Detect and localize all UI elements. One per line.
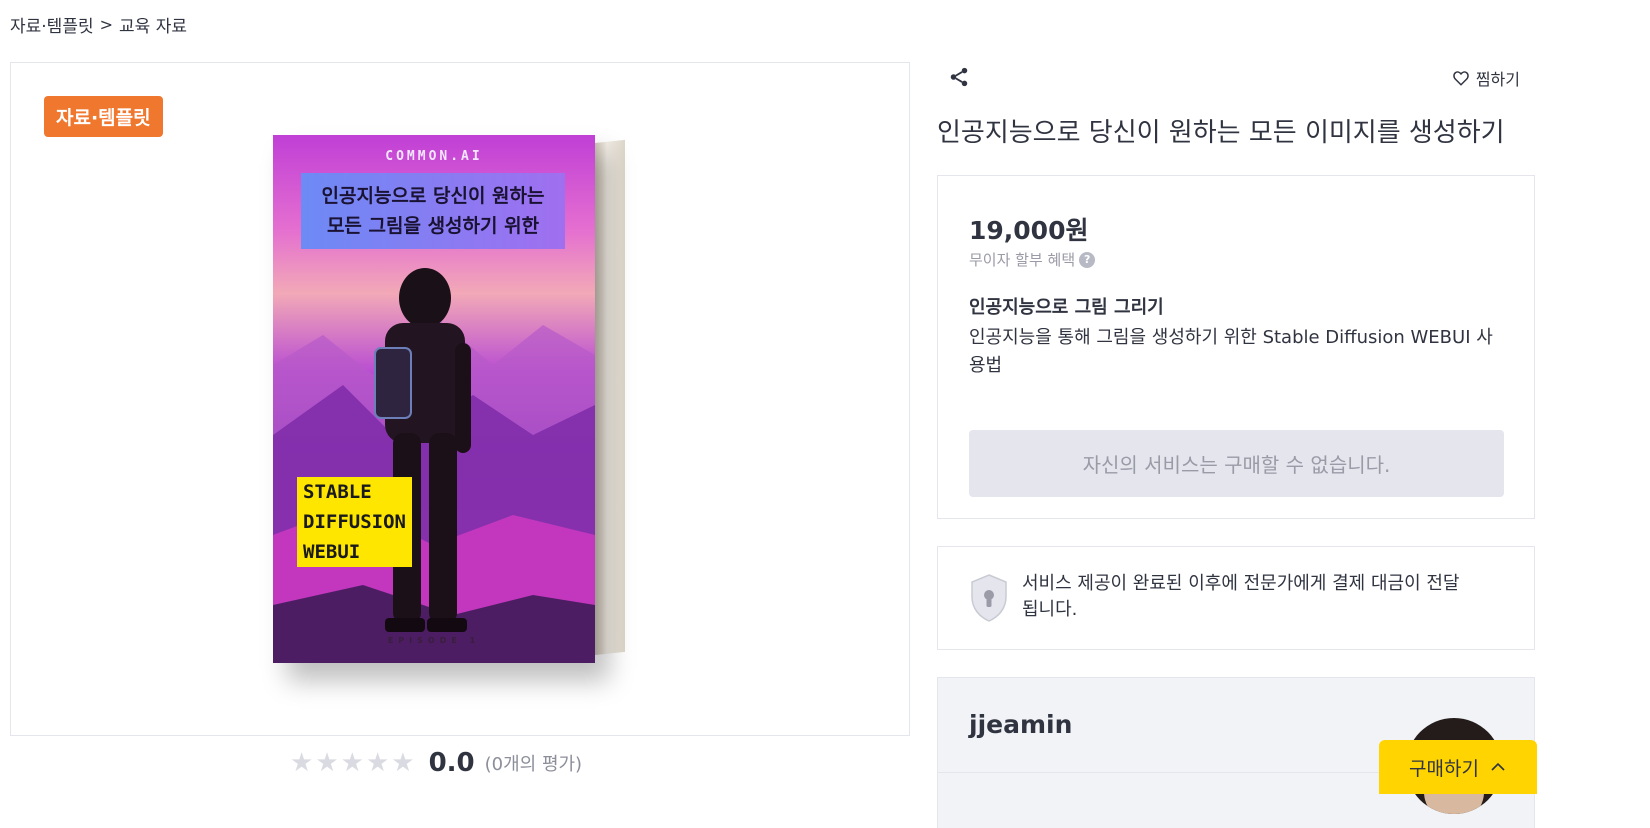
- installment-benefit: 무이자 할부 혜택 ?: [969, 249, 1096, 270]
- cover-label-line3: WEBUI: [297, 537, 367, 567]
- breadcrumb-category[interactable]: 자료·템플릿: [10, 12, 94, 37]
- astronaut-illustration: [374, 268, 471, 632]
- chevron-up-icon: [1491, 762, 1505, 771]
- buy-sticky-label: 구매하기: [1409, 757, 1479, 780]
- cover-brand: COMMON.AI: [385, 149, 483, 164]
- heart-icon: [1453, 71, 1469, 86]
- guarantee-text: 서비스 제공이 완료된 이후에 전문가에게 결제 대금이 전달됩니다.: [1022, 573, 1460, 620]
- star-icon: ★: [340, 748, 364, 778]
- breadcrumb-separator: >: [99, 15, 114, 34]
- question-icon[interactable]: ?: [1079, 251, 1096, 268]
- breadcrumb-subcategory[interactable]: 교육 자료: [119, 12, 187, 37]
- star-icon: ★: [365, 748, 390, 778]
- rating-stars: ★ ★ ★ ★ ★: [290, 750, 415, 776]
- cover-episode: EPISODE 1: [387, 636, 481, 645]
- breadcrumb: 자료·템플릿 > 교육 자료: [10, 12, 187, 37]
- cover-title: 인공지능으로 당신이 원하는 모든 그림을 생성하기 위한: [301, 173, 565, 249]
- wish-button[interactable]: 찜하기: [1452, 66, 1520, 90]
- rating-summary: ★ ★ ★ ★ ★ 0.0 (0개의 평가): [290, 748, 582, 778]
- cover-label-line2: DIFFUSION: [297, 507, 412, 537]
- price-card: 19,000원 무이자 할부 혜택 ? 인공지능으로 그림 그리기 인공지능을 …: [937, 175, 1535, 519]
- shield-icon: [971, 574, 1007, 622]
- book-cover-image: COMMON.AI 인공지능으로 당신이 원하는 모든 그림을 생성하기 위한 …: [273, 135, 625, 663]
- star-icon: ★: [315, 748, 339, 778]
- wish-label: 찜하기: [1475, 70, 1520, 89]
- star-icon: ★: [391, 748, 415, 778]
- product-title: 인공지능으로 당신이 원하는 모든 이미지를 생성하기: [937, 118, 1505, 148]
- package-description: 인공지능을 통해 그림을 생성하기 위한 Stable Diffusion WE…: [969, 327, 1493, 376]
- package-title: 인공지능으로 그림 그리기: [969, 297, 1164, 318]
- cover-title-line2: 모든 그림을 생성하기 위한: [326, 215, 540, 237]
- rating-count[interactable]: (0개의 평가): [485, 750, 582, 776]
- price: 19,000원: [969, 216, 1089, 245]
- product-image-gallery[interactable]: 자료·템플릿 COMMON.AI 인공지능으로 당신이 원하는 모든 그림을 생…: [10, 62, 910, 736]
- cover-title-line1: 인공지능으로 당신이 원하는: [321, 185, 545, 207]
- share-icon[interactable]: [948, 66, 970, 88]
- cover-label-line1: STABLE: [297, 477, 378, 507]
- book-cover: COMMON.AI 인공지능으로 당신이 원하는 모든 그림을 생성하기 위한 …: [273, 135, 595, 663]
- payment-guarantee: 서비스 제공이 완료된 이후에 전문가에게 결제 대금이 전달됩니다.: [937, 546, 1535, 650]
- rating-score: 0.0: [428, 748, 475, 778]
- book-pages: [595, 139, 625, 656]
- seller-name[interactable]: jjeamin: [969, 710, 1072, 739]
- installment-label: 무이자 할부 혜택: [969, 251, 1076, 269]
- category-badge: 자료·템플릿: [44, 96, 163, 137]
- buy-sticky-button[interactable]: 구매하기: [1379, 740, 1537, 794]
- cover-label: STABLE DIFFUSION WEBUI: [297, 477, 412, 567]
- star-icon: ★: [290, 748, 314, 778]
- buy-button-disabled[interactable]: 자신의 서비스는 구매할 수 없습니다.: [969, 430, 1504, 497]
- product-actions: 찜하기: [948, 66, 1520, 92]
